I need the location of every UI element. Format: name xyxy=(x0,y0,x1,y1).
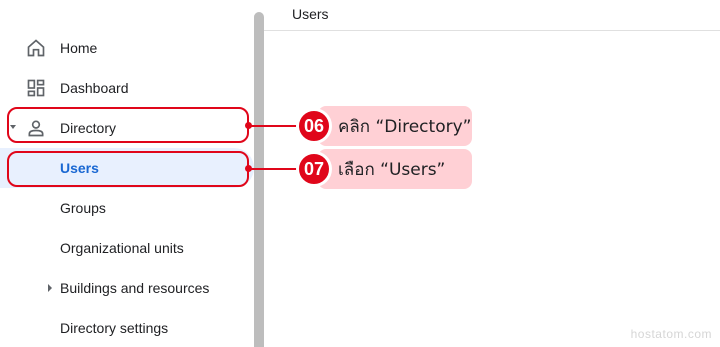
expand-caret-icon[interactable] xyxy=(10,125,16,129)
sidebar-item-label: Dashboard xyxy=(60,80,129,96)
callout-step-07: 07 เลือก “Users” xyxy=(296,149,472,189)
sidebar-item-home[interactable]: Home xyxy=(0,28,254,68)
page-title: Users xyxy=(292,6,329,22)
sidebar-item-label: Home xyxy=(60,40,98,56)
connector-dot xyxy=(245,165,252,172)
sidebar-item-label: Groups xyxy=(60,200,106,216)
person-icon xyxy=(28,120,44,137)
callout-step-06: 06 คลิก “Directory” xyxy=(296,106,472,146)
sidebar-item-label: Organizational units xyxy=(60,240,184,256)
page-header: Users xyxy=(264,0,720,31)
connector-line xyxy=(249,168,299,170)
sidebar-item-directory-settings[interactable]: Directory settings xyxy=(0,308,254,347)
sidebar-item-label: Users xyxy=(60,160,99,176)
dashboard-icon xyxy=(27,79,45,97)
sidebar-item-label: Directory xyxy=(60,120,117,136)
sidebar-scrollbar[interactable] xyxy=(254,12,264,347)
step-badge: 06 xyxy=(296,108,332,144)
sidebar-item-users[interactable]: Users xyxy=(0,148,254,188)
sidebar-nav: Home Dashboard Directory Users Groups Or… xyxy=(0,0,254,347)
watermark: hostatom.com xyxy=(630,327,712,341)
step-badge: 07 xyxy=(296,151,332,187)
home-icon xyxy=(27,39,45,57)
sidebar-item-label: Buildings and resources xyxy=(60,280,210,296)
callout-text: คลิก “Directory” xyxy=(338,116,472,137)
sidebar-item-groups[interactable]: Groups xyxy=(0,188,254,228)
sidebar-item-organizational-units[interactable]: Organizational units xyxy=(0,228,254,268)
chevron-right-icon[interactable] xyxy=(48,284,52,292)
sidebar-item-buildings-and-resources[interactable]: Buildings and resources xyxy=(0,268,254,308)
sidebar-item-dashboard[interactable]: Dashboard xyxy=(0,68,254,108)
connector-dot xyxy=(245,122,252,129)
sidebar-item-directory[interactable]: Directory xyxy=(0,108,254,148)
callout-text: เลือก “Users” xyxy=(338,159,446,180)
sidebar-item-label: Directory settings xyxy=(60,320,169,336)
connector-line xyxy=(249,125,299,127)
